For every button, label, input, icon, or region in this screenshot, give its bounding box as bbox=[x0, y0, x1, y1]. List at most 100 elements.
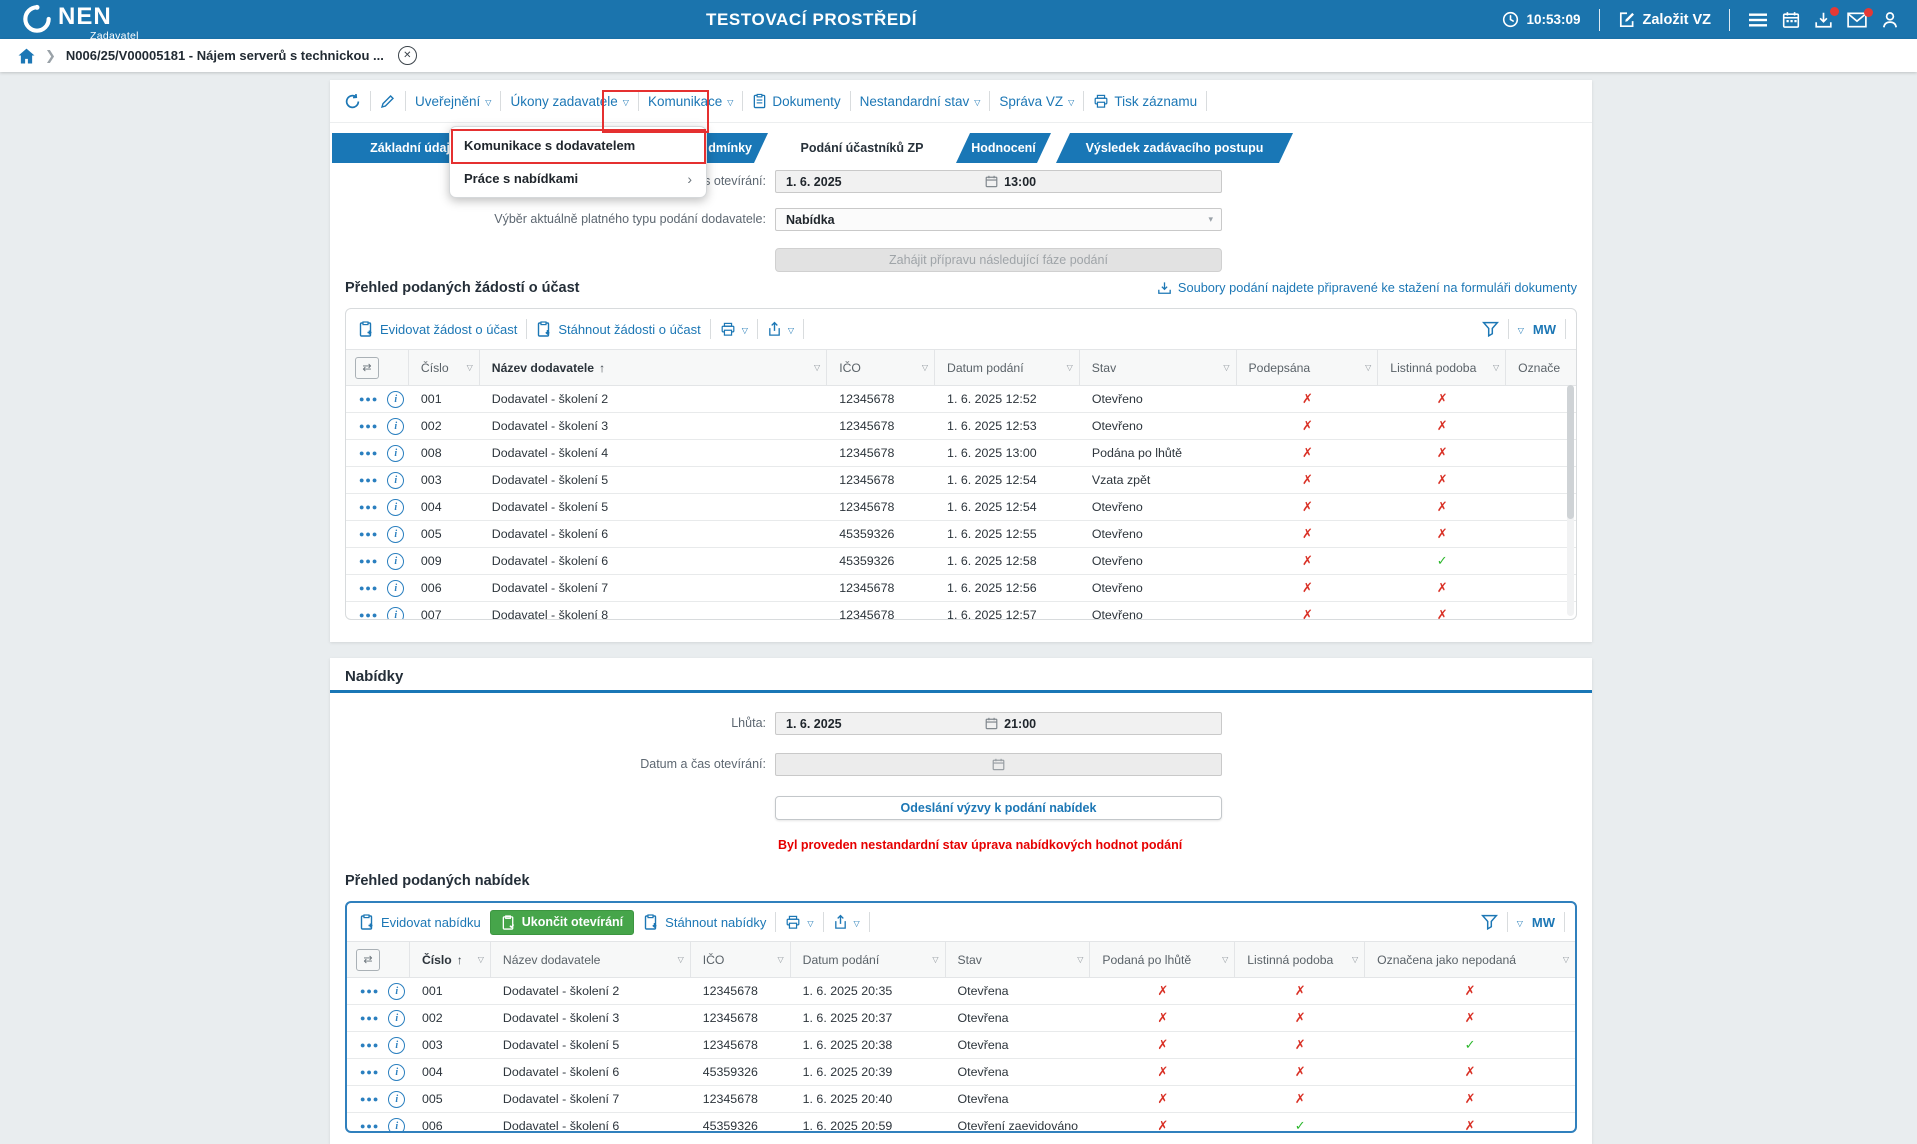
column-settings-icon[interactable]: ⇄ bbox=[356, 949, 380, 971]
menu-nonstandard-state[interactable]: Nestandardní stav▽ bbox=[860, 94, 981, 109]
info-icon[interactable]: i bbox=[387, 580, 404, 597]
submission-type-select[interactable]: Nabídka ▾ bbox=[775, 208, 1222, 231]
info-icon[interactable]: i bbox=[388, 1010, 405, 1027]
info-icon[interactable]: i bbox=[387, 391, 404, 408]
info-icon[interactable]: i bbox=[388, 1091, 405, 1108]
col-cislo[interactable]: Číslo▽ bbox=[409, 350, 480, 385]
col-cislo[interactable]: Číslo↑▽ bbox=[410, 942, 491, 977]
close-tab-icon[interactable]: ✕ bbox=[398, 46, 417, 65]
filter-icon[interactable]: ▽ bbox=[773, 955, 783, 964]
filter-icon[interactable]: ▽ bbox=[928, 955, 938, 964]
filter-icon[interactable]: ▽ bbox=[1361, 363, 1371, 372]
filter-icon[interactable]: ▽ bbox=[1218, 955, 1228, 964]
col-stav[interactable]: Stav▽ bbox=[1080, 350, 1237, 385]
new-vz-button[interactable]: Založit VZ bbox=[1618, 11, 1711, 29]
table-row[interactable]: ●●●i005Dodavatel - školení 6453593261. 6… bbox=[346, 521, 1576, 548]
filter-icon[interactable]: ▽ bbox=[1559, 955, 1569, 964]
col-listinna-podoba[interactable]: Listinná podoba▽ bbox=[1378, 350, 1506, 385]
row-menu-icon[interactable]: ●●● bbox=[360, 1067, 379, 1077]
filter-icon[interactable]: ▽ bbox=[918, 363, 928, 372]
chevron-down-icon[interactable]: ▽ bbox=[1517, 919, 1523, 928]
row-menu-icon[interactable]: ●●● bbox=[360, 986, 379, 996]
menu-manage-vz[interactable]: Správa VZ▽ bbox=[999, 94, 1074, 109]
col-nazev-dodavatele[interactable]: Název dodavatele↑▽ bbox=[480, 350, 827, 385]
row-menu-icon[interactable]: ●●● bbox=[359, 421, 378, 431]
col-podepsana[interactable]: Podepsána▽ bbox=[1237, 350, 1379, 385]
col-nazev-dodavatele[interactable]: Název dodavatele▽ bbox=[491, 942, 691, 977]
table-row[interactable]: ●●●i009Dodavatel - školení 6453593261. 6… bbox=[346, 548, 1576, 575]
filter-icon[interactable]: ▽ bbox=[474, 955, 484, 964]
user-profile-button[interactable] bbox=[1881, 11, 1899, 29]
col-ico[interactable]: IČO▽ bbox=[827, 350, 935, 385]
refresh-button[interactable] bbox=[344, 93, 361, 110]
messages-button[interactable] bbox=[1847, 12, 1867, 28]
table-row[interactable]: ●●●i003Dodavatel - školení 5123456781. 6… bbox=[346, 467, 1576, 494]
nen-logo[interactable]: NEN Zadavatel bbox=[22, 4, 112, 34]
filter-icon[interactable]: ▽ bbox=[1073, 955, 1083, 964]
col-datum-podani[interactable]: Datum podání▽ bbox=[791, 942, 946, 977]
chevron-down-icon[interactable]: ▽ bbox=[1518, 326, 1524, 335]
col-stav[interactable]: Stav▽ bbox=[946, 942, 1091, 977]
menu-item-communication-supplier[interactable]: Komunikace s dodavatelem bbox=[450, 129, 706, 162]
table-row[interactable]: ●●●i001Dodavatel - školení 2123456781. 6… bbox=[347, 978, 1575, 1005]
menu-contracting-acts[interactable]: Úkony zadavatele▽ bbox=[510, 94, 628, 109]
info-icon[interactable]: i bbox=[388, 1037, 405, 1054]
table-row[interactable]: ●●●i002Dodavatel - školení 3123456781. 6… bbox=[347, 1005, 1575, 1032]
row-menu-icon[interactable]: ●●● bbox=[359, 475, 378, 485]
info-icon[interactable]: i bbox=[388, 1064, 405, 1081]
table-row[interactable]: ●●●i005Dodavatel - školení 7123456781. 6… bbox=[347, 1086, 1575, 1113]
info-icon[interactable]: i bbox=[387, 607, 404, 621]
send-offer-invitation-button[interactable]: Odeslání výzvy k podání nabídek bbox=[775, 796, 1222, 820]
breadcrumb-item[interactable]: N006/25/V00005181 - Nájem serverů s tech… bbox=[66, 48, 384, 63]
register-request-button[interactable]: Evidovat žádost o účast bbox=[358, 321, 517, 337]
table-row[interactable]: ●●●i006Dodavatel - školení 6453593261. 6… bbox=[347, 1113, 1575, 1133]
table-row[interactable]: ●●●i001Dodavatel - školení 2123456781. 6… bbox=[346, 386, 1576, 413]
filter-icon[interactable]: ▽ bbox=[463, 363, 473, 372]
register-offer-button[interactable]: Evidovat nabídku bbox=[359, 914, 481, 930]
export-grid-button[interactable]: ▽ bbox=[833, 914, 860, 930]
download-offers-button[interactable]: Stáhnout nabídky bbox=[643, 914, 766, 930]
tab-evaluation[interactable]: Hodnocení bbox=[956, 133, 1051, 163]
column-settings-icon[interactable]: ⇄ bbox=[355, 357, 379, 379]
info-icon[interactable]: i bbox=[387, 553, 404, 570]
row-menu-icon[interactable]: ●●● bbox=[359, 556, 378, 566]
row-menu-icon[interactable]: ●●● bbox=[360, 1013, 379, 1023]
table-row[interactable]: ●●●i004Dodavatel - školení 5123456781. 6… bbox=[346, 494, 1576, 521]
start-next-phase-button[interactable]: Zahájit přípravu následující fáze podání bbox=[775, 248, 1222, 272]
downloads-button[interactable] bbox=[1814, 11, 1833, 29]
vertical-scrollbar[interactable] bbox=[1567, 385, 1574, 616]
tab-participant-submissions[interactable]: Podání účastníků ZP bbox=[773, 133, 951, 163]
print-grid-button[interactable]: ▽ bbox=[720, 322, 748, 337]
scrollbar-thumb[interactable] bbox=[1567, 385, 1574, 519]
edit-button[interactable] bbox=[380, 93, 396, 109]
filter-funnel-icon[interactable] bbox=[1482, 321, 1499, 338]
download-requests-button[interactable]: Stáhnout žádosti o účast bbox=[536, 321, 700, 337]
table-row[interactable]: ●●●i003Dodavatel - školení 5123456781. 6… bbox=[347, 1032, 1575, 1059]
menu-communication[interactable]: Komunikace▽ bbox=[648, 94, 733, 109]
info-icon[interactable]: i bbox=[387, 445, 404, 462]
calendar-button[interactable] bbox=[1782, 11, 1800, 29]
submission-files-link[interactable]: Soubory podání najdete připravené ke sta… bbox=[1157, 280, 1577, 295]
info-icon[interactable]: i bbox=[387, 418, 404, 435]
row-menu-icon[interactable]: ●●● bbox=[359, 394, 378, 404]
info-icon[interactable]: i bbox=[388, 983, 405, 1000]
table-row[interactable]: ●●●i007Dodavatel - školení 8123456781. 6… bbox=[346, 602, 1576, 620]
grid-view-code[interactable]: MW bbox=[1533, 322, 1556, 337]
col-ico[interactable]: IČO▽ bbox=[691, 942, 791, 977]
col-podana-po-lhute[interactable]: Podaná po lhůtě▽ bbox=[1090, 942, 1235, 977]
finish-opening-button[interactable]: Ukončit otevírání bbox=[490, 910, 634, 935]
export-grid-button[interactable]: ▽ bbox=[767, 321, 794, 337]
table-row[interactable]: ●●●i004Dodavatel - školení 6453593261. 6… bbox=[347, 1059, 1575, 1086]
filter-funnel-icon[interactable] bbox=[1481, 914, 1498, 931]
filter-icon[interactable]: ▽ bbox=[1063, 363, 1073, 372]
grid-view-code[interactable]: MW bbox=[1532, 915, 1555, 930]
tab-result[interactable]: Výsledek zadávacího postupu bbox=[1056, 133, 1293, 163]
info-icon[interactable]: i bbox=[387, 499, 404, 516]
menu-publish[interactable]: Uveřejnění▽ bbox=[415, 94, 491, 109]
row-menu-icon[interactable]: ●●● bbox=[360, 1121, 379, 1131]
table-row[interactable]: ●●●i002Dodavatel - školení 3123456781. 6… bbox=[346, 413, 1576, 440]
menu-documents[interactable]: Dokumenty bbox=[752, 93, 840, 109]
print-grid-button[interactable]: ▽ bbox=[785, 915, 813, 930]
table-row[interactable]: ●●●i008Dodavatel - školení 4123456781. 6… bbox=[346, 440, 1576, 467]
filter-icon[interactable]: ▽ bbox=[1219, 363, 1229, 372]
